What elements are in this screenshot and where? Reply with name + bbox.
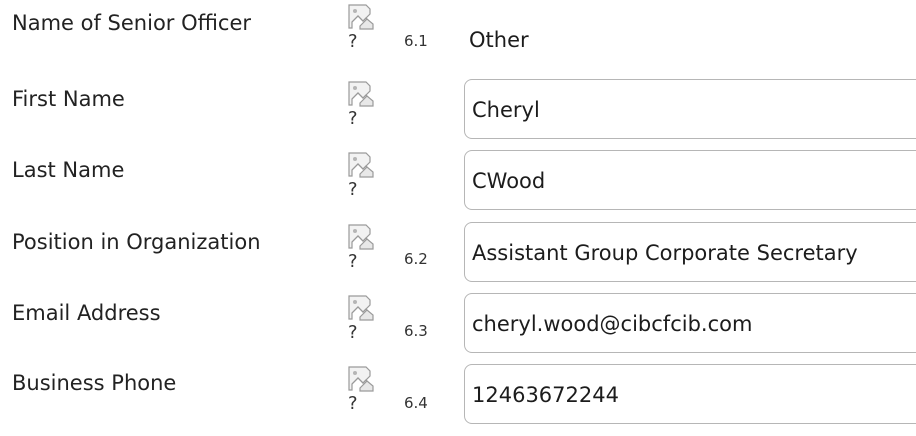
first-name-label: First Name [12, 87, 125, 111]
broken-image-icon [348, 295, 374, 321]
email-value: cheryl.wood@cibcfcib.com [472, 312, 753, 336]
senior-officer-help[interactable]: ? [346, 2, 382, 56]
help-question-mark: ? [348, 31, 358, 52]
senior-officer-value: Other [469, 28, 529, 52]
first-name-help[interactable]: ? [346, 79, 382, 133]
broken-image-icon [348, 81, 374, 107]
email-label: Email Address [12, 301, 161, 325]
phone-value: 12463672244 [472, 383, 619, 407]
last-name-value: CWood [472, 169, 546, 193]
phone-label: Business Phone [12, 371, 177, 395]
help-question-mark: ? [348, 322, 358, 343]
broken-image-icon [348, 224, 374, 250]
broken-image-icon [348, 152, 374, 178]
phone-field[interactable]: 12463672244 [464, 364, 916, 424]
position-help[interactable]: ? [346, 222, 382, 276]
help-question-mark: ? [348, 108, 358, 129]
senior-officer-number: 6.1 [404, 32, 428, 50]
position-field[interactable]: Assistant Group Corporate Secretary [464, 222, 916, 282]
help-question-mark: ? [348, 179, 358, 200]
last-name-label: Last Name [12, 158, 125, 182]
position-number: 6.2 [404, 250, 428, 268]
senior-officer-label: Name of Senior Officer [12, 11, 252, 35]
last-name-help[interactable]: ? [346, 150, 382, 204]
phone-help[interactable]: ? [346, 364, 382, 418]
email-number: 6.3 [404, 322, 428, 340]
first-name-field[interactable]: Cheryl [464, 79, 916, 139]
email-help[interactable]: ? [346, 293, 382, 347]
position-value: Assistant Group Corporate Secretary [472, 241, 858, 265]
phone-number: 6.4 [404, 394, 428, 412]
help-question-mark: ? [348, 393, 358, 414]
first-name-value: Cheryl [472, 98, 540, 122]
position-label: Position in Organization [12, 230, 261, 254]
broken-image-icon [348, 366, 374, 392]
broken-image-icon [348, 4, 374, 30]
help-question-mark: ? [348, 251, 358, 272]
last-name-field[interactable]: CWood [464, 150, 916, 210]
email-field[interactable]: cheryl.wood@cibcfcib.com [464, 293, 916, 353]
